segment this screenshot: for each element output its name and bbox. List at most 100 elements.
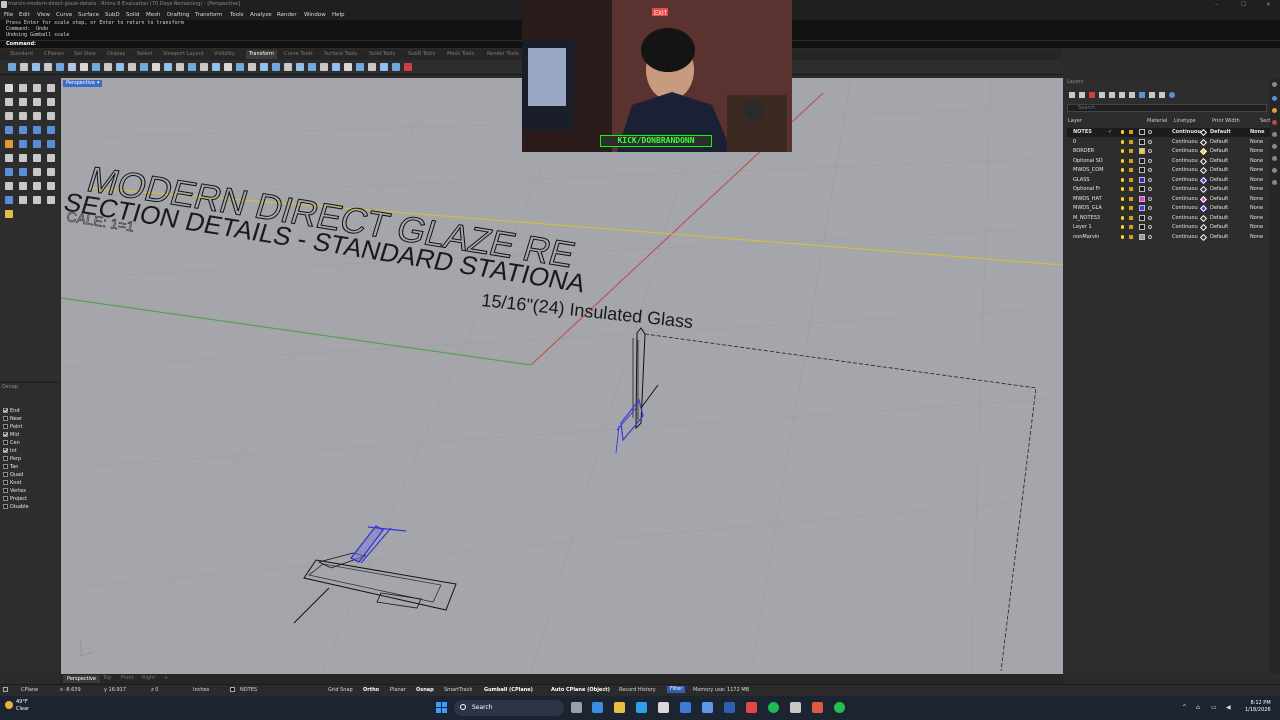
whatsapp-icon[interactable]: [834, 702, 845, 713]
rotate-icon[interactable]: [32, 63, 40, 71]
material-icon[interactable]: [1148, 139, 1152, 144]
menu-window[interactable]: Window: [304, 12, 326, 18]
surface-icon[interactable]: [5, 126, 13, 134]
new-sublayer-icon[interactable]: [1079, 92, 1085, 98]
layer-linetype[interactable]: Continuou: [1172, 215, 1198, 221]
scale2d-icon[interactable]: [368, 63, 376, 71]
menu-transform[interactable]: Transform: [195, 12, 222, 18]
polyline-icon[interactable]: [33, 84, 41, 92]
filter-toggle[interactable]: Filter: [667, 686, 686, 693]
boxedit-icon[interactable]: [344, 63, 352, 71]
layer-linetype[interactable]: Continuou: [1172, 177, 1198, 183]
print-color-icon[interactable]: [1199, 128, 1208, 137]
print-color-icon[interactable]: [1199, 195, 1208, 203]
edge-icon[interactable]: [592, 702, 603, 713]
layer-linetype[interactable]: Continuou: [1172, 224, 1198, 230]
filter-icon[interactable]: [1129, 92, 1135, 98]
tab-display[interactable]: Display: [107, 51, 125, 57]
minimize-button[interactable]: –: [1215, 1, 1218, 8]
maximize-button[interactable]: ☐: [1241, 1, 1246, 8]
print-color-icon[interactable]: [1199, 204, 1208, 213]
layer-filter-icon[interactable]: [1139, 92, 1145, 98]
move-to-parent-icon[interactable]: [1119, 92, 1125, 98]
units-label[interactable]: Inches: [193, 687, 209, 693]
tab-transform[interactable]: Transform: [246, 50, 277, 59]
print-width[interactable]: None: [1250, 196, 1263, 202]
print-width[interactable]: None: [1250, 205, 1263, 211]
tab-visibility[interactable]: Visibility: [214, 51, 235, 57]
array-curve-icon[interactable]: [284, 63, 292, 71]
layer-search-input[interactable]: Search: [1067, 104, 1267, 112]
weather-icon[interactable]: [5, 701, 13, 709]
material-icon[interactable]: [1148, 158, 1152, 163]
text-icon[interactable]: [47, 168, 55, 176]
materials-tab-icon[interactable]: [1272, 144, 1277, 149]
menu-edit[interactable]: Edit: [19, 12, 30, 18]
units-box-icon[interactable]: [3, 687, 8, 692]
lock-icon[interactable]: [1129, 196, 1133, 201]
osnap-quad[interactable]: Quad: [3, 471, 23, 478]
visibility-bulb-icon[interactable]: [1121, 206, 1124, 210]
osnap-checkbox[interactable]: [3, 464, 8, 469]
group-icon[interactable]: [33, 182, 41, 190]
osnap-checkbox[interactable]: [3, 480, 8, 485]
menu-tools[interactable]: Tools: [230, 12, 244, 18]
layer-row[interactable]: nonMarvin Continuou Default None: [1067, 233, 1270, 242]
layer-linetype[interactable]: Continuou: [1172, 186, 1198, 192]
osnap-vertex[interactable]: Vertex: [3, 487, 26, 494]
rectangle-icon[interactable]: [47, 98, 55, 106]
layer-row[interactable]: Layer 1 Continuou Default None: [1067, 223, 1270, 232]
material-icon[interactable]: [1148, 177, 1152, 182]
battery-icon[interactable]: ▭: [1211, 704, 1217, 711]
osnap-disable[interactable]: Disable: [3, 503, 29, 510]
visibility-bulb-icon[interactable]: [1121, 225, 1124, 229]
tab-select[interactable]: Select: [137, 51, 152, 57]
print-color-icon[interactable]: [1199, 157, 1208, 165]
trim-icon[interactable]: [5, 154, 13, 162]
menu-mesh[interactable]: Mesh: [146, 12, 160, 18]
osnap-toggle[interactable]: Osnap: [416, 687, 434, 693]
menu-surface[interactable]: Surface: [78, 12, 99, 18]
layer-color-swatch[interactable]: [1139, 214, 1145, 221]
tab-cplanes[interactable]: CPlanes: [44, 51, 64, 57]
help-tab-icon[interactable]: [1272, 132, 1277, 137]
array-linear-icon[interactable]: [308, 63, 316, 71]
osnap-checkbox[interactable]: [3, 488, 8, 493]
spotify-icon[interactable]: [768, 702, 779, 713]
hatch-icon[interactable]: [5, 182, 13, 190]
osnap-checkbox[interactable]: [3, 496, 8, 501]
osnap-perp[interactable]: Perp: [3, 455, 21, 462]
print-width[interactable]: None: [1250, 215, 1263, 221]
print-width[interactable]: None: [1250, 158, 1263, 164]
osnap-near[interactable]: Near: [3, 415, 22, 422]
layer-color-swatch[interactable]: [1139, 157, 1145, 164]
new-layer-icon[interactable]: [1069, 92, 1075, 98]
sweep-icon[interactable]: [47, 126, 55, 134]
layout-icon[interactable]: [19, 196, 27, 204]
tab-solid-tools[interactable]: Solid Tools: [369, 51, 395, 57]
lock-icon[interactable]: [1129, 139, 1133, 144]
print-color-icon[interactable]: [1199, 138, 1208, 146]
osnap-checkbox[interactable]: [3, 416, 8, 421]
close-button[interactable]: ✕: [1266, 1, 1271, 8]
tab-top[interactable]: Top: [103, 675, 111, 681]
osnap-checkbox[interactable]: [3, 432, 8, 437]
help-icon[interactable]: [1169, 92, 1175, 98]
layer-linetype[interactable]: Continuou: [1172, 158, 1198, 164]
rhino-taskbar-icon[interactable]: [790, 702, 801, 713]
col-print-width[interactable]: Print Width: [1212, 118, 1240, 124]
photos-icon[interactable]: [702, 702, 713, 713]
layer-color-swatch[interactable]: [1139, 195, 1145, 202]
osnap-cen[interactable]: Cen: [3, 439, 20, 446]
smarttrack-toggle[interactable]: SmartTrack: [444, 687, 472, 693]
mesh-icon[interactable]: [47, 140, 55, 148]
layers-tab-icon[interactable]: [1272, 108, 1277, 113]
move-down-icon[interactable]: [1109, 92, 1115, 98]
store-icon[interactable]: [658, 702, 669, 713]
osnap-checkbox[interactable]: [3, 408, 8, 413]
material-icon[interactable]: [1148, 206, 1152, 210]
system-clock[interactable]: 8:12 PM 1/18/2026: [1245, 700, 1271, 714]
splop-icon[interactable]: [152, 63, 160, 71]
material-icon[interactable]: [1148, 196, 1152, 201]
chevron-down-icon[interactable]: ▾: [97, 80, 100, 86]
